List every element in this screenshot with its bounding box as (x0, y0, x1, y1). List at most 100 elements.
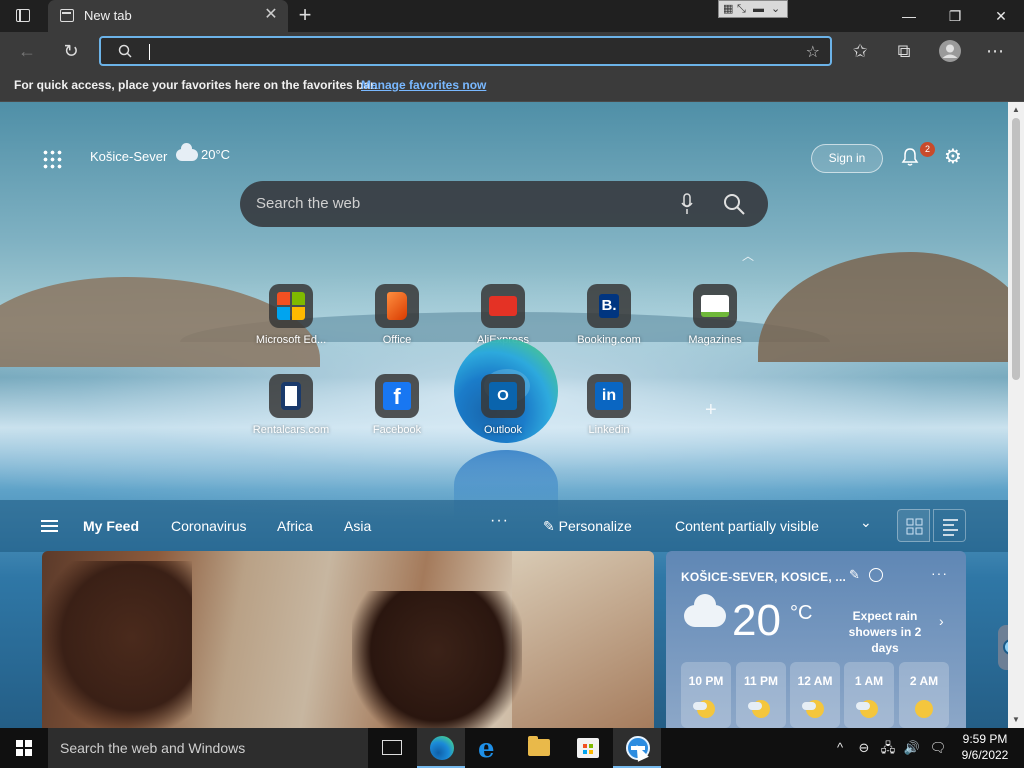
avatar-icon (939, 40, 961, 62)
feed-tab-my-feed[interactable]: My Feed (83, 518, 139, 534)
new-tab-page: Košice-Sever 20°C Sign in 2 ⚙ Search the… (0, 102, 1008, 728)
feed-tab-asia[interactable]: Asia (344, 518, 371, 534)
quick-link-rentalcars[interactable]: Rentalcars.com (246, 374, 336, 444)
chevron-down-icon[interactable]: ⌄ (771, 3, 780, 15)
taskbar-file-explorer[interactable] (515, 728, 563, 768)
app-launcher-icon[interactable] (42, 149, 62, 169)
globe-icon[interactable] (869, 568, 883, 582)
minimize-button[interactable]: — (886, 0, 932, 32)
close-window-button[interactable]: ✕ (978, 0, 1024, 32)
web-search-box[interactable]: Search the web (240, 181, 768, 227)
hourly-forecast-item[interactable]: 2 AM (899, 662, 949, 728)
network-icon[interactable]: 🖧 (878, 728, 898, 768)
quick-link-outlook[interactable]: O Outlook (458, 374, 548, 444)
taskbar-search-box[interactable]: Search the web and Windows (48, 728, 368, 768)
taskbar-clock[interactable]: 9:59 PM 9/6/2022 (957, 731, 1013, 763)
grid-icon[interactable]: ▦ (723, 3, 733, 15)
action-center-icon[interactable]: 🗨 (928, 728, 948, 768)
hourly-forecast-item[interactable]: 10 PM (681, 662, 731, 728)
weather-location[interactable]: KOŠICE-SEVER, KOSICE, ... (681, 570, 846, 584)
personalize-button[interactable]: ✎ Personalize (543, 518, 632, 535)
back-button[interactable]: ← (13, 37, 41, 65)
collections-button[interactable]: ⧉ (890, 37, 918, 65)
address-bar[interactable]: ☆ (99, 36, 832, 66)
rentalcars-icon (269, 374, 313, 418)
store-icon (577, 738, 599, 758)
add-favorite-icon[interactable]: ☆ (806, 42, 820, 62)
hourly-forecast-item[interactable]: 1 AM (844, 662, 894, 728)
news-image-child (352, 591, 522, 728)
tab-actions-icon[interactable] (16, 9, 30, 22)
start-button[interactable] (0, 728, 48, 768)
cloudy-moon-icon (802, 700, 824, 718)
chevron-right-icon[interactable]: › (939, 613, 944, 629)
moon-icon (915, 700, 933, 718)
restore-button[interactable]: ❐ (932, 0, 978, 32)
windows-logo-icon (16, 740, 32, 756)
close-tab-icon[interactable]: ✕ (262, 6, 280, 24)
feed-tab-africa[interactable]: Africa (277, 518, 313, 534)
refresh-button[interactable]: ↻ (57, 37, 85, 65)
news-image-person (42, 561, 192, 728)
task-view-button[interactable] (368, 728, 416, 768)
collapse-links-chevron-icon[interactable]: ︿ (742, 247, 754, 264)
search-icon (118, 44, 132, 58)
teamviewer-tray-icon[interactable]: ⊖ (855, 728, 873, 768)
scrollbar-thumb[interactable] (1012, 118, 1020, 380)
hourly-forecast-item[interactable]: 12 AM (790, 662, 840, 728)
settings-more-button[interactable]: ⋯ (981, 37, 1009, 65)
scroll-down-arrow-icon[interactable]: ▼ (1008, 712, 1024, 728)
quick-link-booking[interactable]: B. Booking.com (564, 284, 654, 354)
content-visibility-dropdown[interactable]: Content partially visible (675, 518, 819, 534)
menu-icon[interactable] (41, 520, 58, 532)
favorites-bar: For quick access, place your favorites h… (0, 70, 1024, 102)
taskbar-edge-legacy-app[interactable]: e (466, 728, 514, 768)
more-topics-button[interactable]: ··· (490, 512, 509, 530)
weather-summary[interactable]: 20°C (176, 143, 230, 162)
grid-view-button[interactable] (897, 509, 930, 542)
weather-card[interactable]: KOŠICE-SEVER, KOSICE, ... ✎ ··· 20 °C Ex… (666, 551, 966, 728)
search-icon[interactable] (722, 192, 746, 216)
quick-link-office[interactable]: Office (352, 284, 442, 354)
tab-title: New tab (84, 8, 132, 23)
add-site-plus-icon[interactable]: + (705, 399, 717, 422)
show-hidden-icons-chevron-icon[interactable]: ^ (832, 728, 848, 768)
feed-tab-coronavirus[interactable]: Coronavirus (171, 518, 246, 534)
profile-button[interactable] (936, 37, 964, 65)
quick-link-facebook[interactable]: f Facebook (352, 374, 442, 444)
list-view-button[interactable] (933, 509, 966, 542)
new-tab-button[interactable]: + (292, 2, 318, 28)
minimize-bar-icon[interactable]: ▬ (753, 3, 764, 15)
manage-favorites-link[interactable]: Manage favorites now (361, 78, 486, 92)
edge-legacy-icon: e (478, 734, 495, 764)
favorites-bar-message: For quick access, place your favorites h… (14, 78, 378, 92)
shrink-icon[interactable]: ⤡ (737, 3, 746, 15)
volume-icon[interactable]: 🔊 (902, 728, 922, 768)
text-caret (149, 44, 150, 60)
chevron-down-icon[interactable]: ⌄ (860, 514, 872, 531)
quick-link-magazines[interactable]: Magazines (670, 284, 760, 354)
scroll-up-arrow-icon[interactable]: ▲ (1008, 102, 1024, 118)
favorites-button[interactable]: ✩ (846, 37, 874, 65)
forecast-summary[interactable]: Expect rain showers in 2 days (836, 608, 934, 656)
hourly-forecast-item[interactable]: 11 PM (736, 662, 786, 728)
grid-view-icon (906, 518, 923, 535)
quick-link-linkedin[interactable]: in Linkedin (564, 374, 654, 444)
quick-link-microsoft-edge[interactable]: Microsoft Ed... (246, 284, 336, 354)
remote-control-floating-bar[interactable]: ▦ ⤡ ▬ ⌄ (718, 0, 788, 18)
page-settings-gear-icon[interactable]: ⚙ (944, 146, 966, 168)
microphone-icon[interactable] (681, 193, 693, 215)
more-options-icon[interactable]: ··· (931, 565, 948, 581)
taskbar-edge-app[interactable] (417, 728, 465, 768)
notifications-bell-icon[interactable] (900, 147, 922, 169)
sign-in-button[interactable]: Sign in (811, 144, 883, 173)
taskbar-store-app[interactable] (564, 728, 612, 768)
news-card-image[interactable] (42, 551, 654, 728)
linkedin-icon: in (587, 374, 631, 418)
temperature-unit[interactable]: °C (790, 602, 812, 625)
background-hill-right (758, 252, 1008, 362)
location-label[interactable]: Košice-Sever (90, 149, 167, 164)
edit-location-pencil-icon[interactable]: ✎ (849, 567, 860, 583)
tab-new-tab[interactable]: New tab ✕ (48, 0, 288, 32)
page-scrollbar[interactable]: ▲ ▼ (1008, 102, 1024, 728)
